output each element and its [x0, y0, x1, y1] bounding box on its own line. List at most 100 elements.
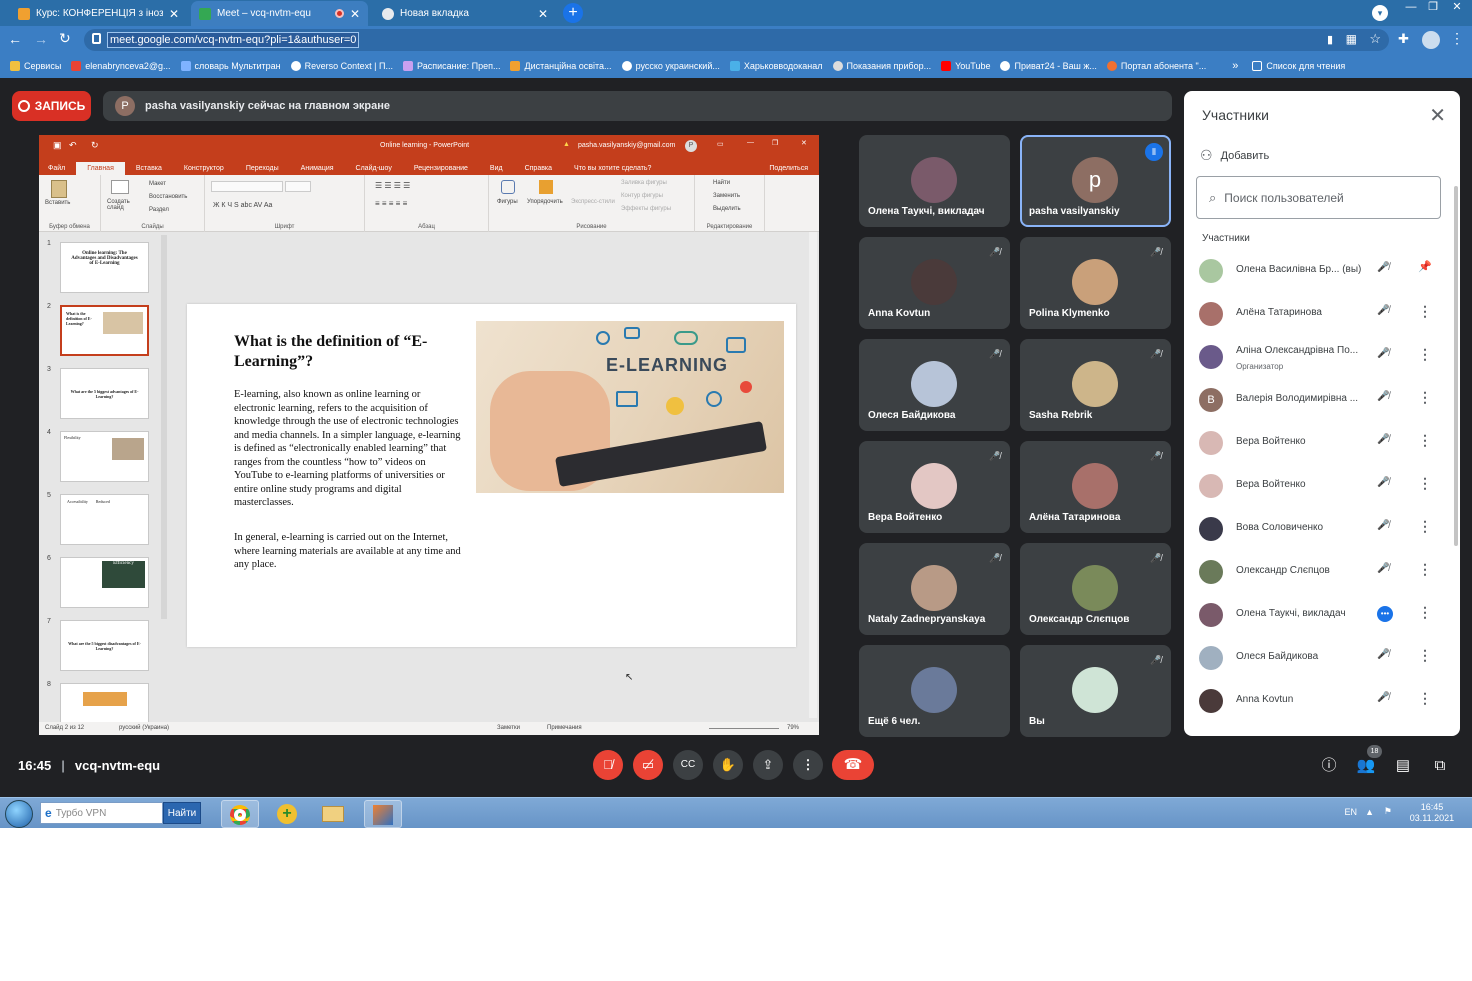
close-tab-icon[interactable]: ✕	[350, 7, 360, 21]
more-options-icon[interactable]: ⋮	[1418, 647, 1432, 664]
participant-tile[interactable]: 🎤̸ Polina Klymenko	[1020, 237, 1171, 329]
start-button[interactable]	[5, 800, 33, 828]
participant-row[interactable]: Алёна Татаринова 🎤̸ ⋮	[1184, 292, 1460, 335]
translate-icon[interactable]: ▦	[1346, 32, 1357, 46]
participant-row[interactable]: В Валерія Володимирівна ... 🎤̸ ⋮	[1184, 378, 1460, 421]
vpn-go-button[interactable]: Найти	[163, 802, 201, 824]
minimize-button[interactable]: —	[1400, 0, 1422, 16]
bookmark-gmail[interactable]: elenabrynceva2@g...	[71, 61, 171, 71]
camera-icon[interactable]: ▮	[1327, 33, 1333, 46]
url-text[interactable]: meet.google.com/vcq-nvtm-equ?pli=1&authu…	[106, 32, 360, 48]
participant-row[interactable]: Вера Войтенко 🎤̸ ⋮	[1184, 421, 1460, 464]
tab-course[interactable]: Курс: КОНФЕРЕНЦІЯ з іноземно ✕	[10, 1, 187, 26]
participant-row[interactable]: Anna Kovtun 🎤̸ ⋮	[1184, 679, 1460, 722]
more-options-icon[interactable]: ⋮	[1418, 303, 1432, 320]
bookmark-apps[interactable]: Сервисы	[10, 61, 61, 71]
participant-row[interactable]: Олександр Слєпцов 🎤̸ ⋮	[1184, 550, 1460, 593]
new-tab-button[interactable]: +	[563, 3, 583, 23]
participant-tile[interactable]: 🎤̸ Вы	[1020, 645, 1171, 737]
captions-button[interactable]: CC	[673, 750, 703, 780]
tab-meet[interactable]: Meet – vcq-nvtm-equ ✕	[191, 1, 368, 26]
participant-tile[interactable]: Олена Таукчі, викладач	[859, 135, 1010, 227]
bookmarks-more[interactable]: »	[1232, 60, 1238, 72]
reload-icon[interactable]: ↻	[59, 30, 71, 47]
tray-lang[interactable]: EN	[1344, 807, 1357, 818]
participant-avatar	[1072, 463, 1118, 509]
bookmark-meters[interactable]: Показания прибор...	[832, 61, 931, 71]
participant-tile[interactable]: Ещё 6 чел.	[859, 645, 1010, 737]
tray-arrow-icon[interactable]: ▲	[1365, 807, 1374, 818]
explorer-taskbar-icon[interactable]	[314, 800, 352, 828]
bookmark-vodokanal[interactable]: Харьковводоканал	[729, 61, 823, 71]
bookmark-portal[interactable]: Портал абонента "...	[1106, 61, 1206, 71]
app-plus-taskbar-icon[interactable]: +	[268, 800, 306, 828]
pin-icon[interactable]: 📌	[1418, 260, 1432, 273]
more-options-icon[interactable]: ⋮	[1418, 432, 1432, 449]
panel-scrollbar[interactable]	[1454, 186, 1458, 546]
participant-tile[interactable]: 🎤̸ Олеся Байдикова	[859, 339, 1010, 431]
participant-row[interactable]: Олена Таукчі, викладач ••• ⋮	[1184, 593, 1460, 636]
more-options-icon[interactable]: ⋮	[1418, 561, 1432, 578]
more-options-icon[interactable]: ⋮	[1418, 518, 1432, 535]
more-options-icon[interactable]: ⋮	[1418, 346, 1432, 363]
meeting-details-icon[interactable]: ⓘ	[1319, 756, 1339, 776]
participant-tile[interactable]: 🎤̸ Вера Войтенко	[859, 441, 1010, 533]
star-icon[interactable]: ☆	[1369, 31, 1381, 47]
participant-tile[interactable]: 🎤̸ Nataly Zadnepryanskaya	[859, 543, 1010, 635]
bookmark-schedule[interactable]: Расписание: Преп...	[402, 61, 500, 71]
participant-row[interactable]: Аліна Олександрівна По... Организатор 🎤̸ ⋮	[1184, 335, 1460, 378]
bookmark-privat24[interactable]: Приват24 - Ваш ж...	[1000, 61, 1097, 71]
activities-icon[interactable]: ⧉	[1430, 756, 1450, 776]
camera-off-button[interactable]: ▭̸	[633, 750, 663, 780]
more-options-icon[interactable]: ⋮	[1418, 604, 1432, 621]
raise-hand-button[interactable]: ✋	[713, 750, 743, 780]
leave-call-button[interactable]: ☎	[832, 750, 874, 780]
bookmark-youtube[interactable]: YouTube	[941, 61, 990, 71]
close-window-button[interactable]: ✕	[1444, 0, 1470, 16]
search-people-input[interactable]: ⌕ Поиск пользователей	[1196, 176, 1441, 219]
omnibox[interactable]: meet.google.com/vcq-nvtm-equ?pli=1&authu…	[84, 29, 1389, 51]
close-tab-icon[interactable]: ✕	[538, 7, 548, 21]
restore-button[interactable]: ❐	[1422, 0, 1444, 16]
participant-row[interactable]: Вера Войтенко 🎤̸ ⋮	[1184, 464, 1460, 507]
tab-search-icon[interactable]: ▾	[1372, 5, 1388, 21]
browser-tab-bar: Курс: КОНФЕРЕНЦІЯ з іноземно ✕ Meet – vc…	[0, 0, 1472, 26]
bookmark-google[interactable]: русско украинский...	[621, 61, 720, 71]
participant-tile[interactable]: 🎤̸ Anna Kovtun	[859, 237, 1010, 329]
more-options-button[interactable]: ⋮	[793, 750, 823, 780]
canvas-scrollbar[interactable]	[809, 232, 817, 718]
bookmark-reverso[interactable]: Reverso Context | П...	[290, 61, 393, 71]
profile-avatar[interactable]	[1422, 31, 1440, 49]
close-tab-icon[interactable]: ✕	[169, 7, 179, 21]
reading-list[interactable]: Список для чтения	[1252, 61, 1345, 71]
participant-tile[interactable]: 🎤̸ Алёна Татаринова	[1020, 441, 1171, 533]
more-options-icon[interactable]: ⋮	[1418, 389, 1432, 406]
tray-clock[interactable]: 16:45 03.11.2021	[1402, 802, 1462, 824]
present-button[interactable]: ⇪	[753, 750, 783, 780]
chat-icon[interactable]: ▤	[1393, 756, 1413, 776]
forward-icon[interactable]: →	[34, 31, 48, 47]
close-panel-icon[interactable]: ✕	[1429, 103, 1446, 128]
participant-row[interactable]: Олеся Байдикова 🎤̸ ⋮	[1184, 636, 1460, 679]
mic-off-button[interactable]: 🎙̸	[593, 750, 623, 780]
participant-row[interactable]: Олена Василівна Бр... (вы) 🎤̸ 📌	[1184, 249, 1460, 292]
participant-row[interactable]: Вова Соловиченко 🎤̸ ⋮	[1184, 507, 1460, 550]
more-options-icon[interactable]: ⋮	[1418, 475, 1432, 492]
bookmark-distance[interactable]: Дистанційна освіта...	[510, 61, 612, 71]
chrome-taskbar-icon[interactable]	[221, 800, 259, 828]
participant-tile[interactable]: p ⦀ pasha vasilyanskiy	[1020, 135, 1171, 227]
app-taskbar-icon[interactable]	[364, 800, 402, 828]
people-icon[interactable]: 👥	[1356, 756, 1376, 776]
participant-tile[interactable]: 🎤̸ Sasha Rebrik	[1020, 339, 1171, 431]
participant-name: Вера Войтенко	[1236, 436, 1306, 447]
menu-icon[interactable]: ⋮	[1450, 30, 1464, 47]
flag-icon[interactable]: ⚑	[1384, 806, 1392, 817]
more-options-icon[interactable]: ⋮	[1418, 690, 1432, 707]
tab-new[interactable]: Новая вкладка ✕	[374, 1, 556, 26]
bookmark-multitran[interactable]: словарь Мультитран	[180, 61, 281, 71]
back-icon[interactable]: ←	[8, 31, 22, 47]
add-people-button[interactable]: ⚇ Добавить	[1200, 147, 1269, 164]
participant-tile[interactable]: 🎤̸ Олександр Слєпцов	[1020, 543, 1171, 635]
vpn-search-box[interactable]: e Турбо VPN	[40, 802, 163, 824]
extensions-icon[interactable]: ✚	[1398, 31, 1409, 47]
